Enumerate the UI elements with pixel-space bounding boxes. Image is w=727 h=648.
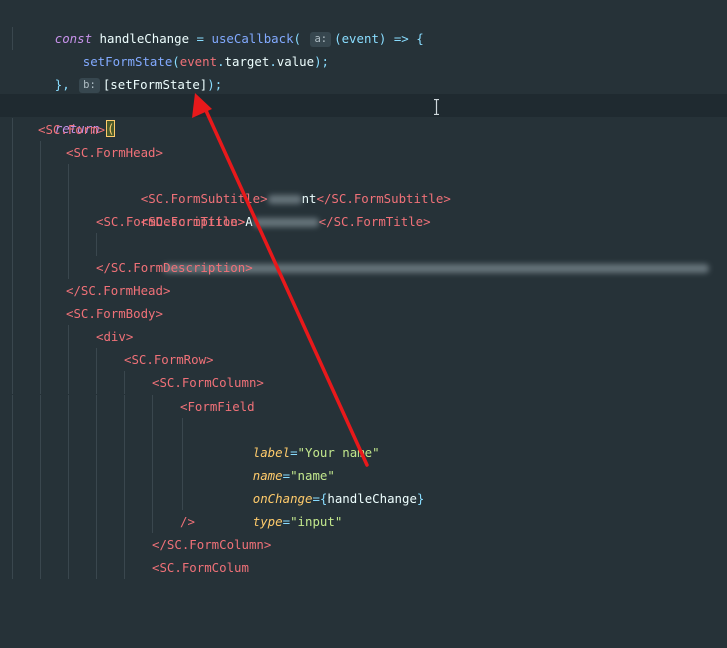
code-editor[interactable]: const handleChange = useCallback( a: (eve…: [0, 0, 727, 579]
red-annotation-arrow: [192, 93, 369, 467]
